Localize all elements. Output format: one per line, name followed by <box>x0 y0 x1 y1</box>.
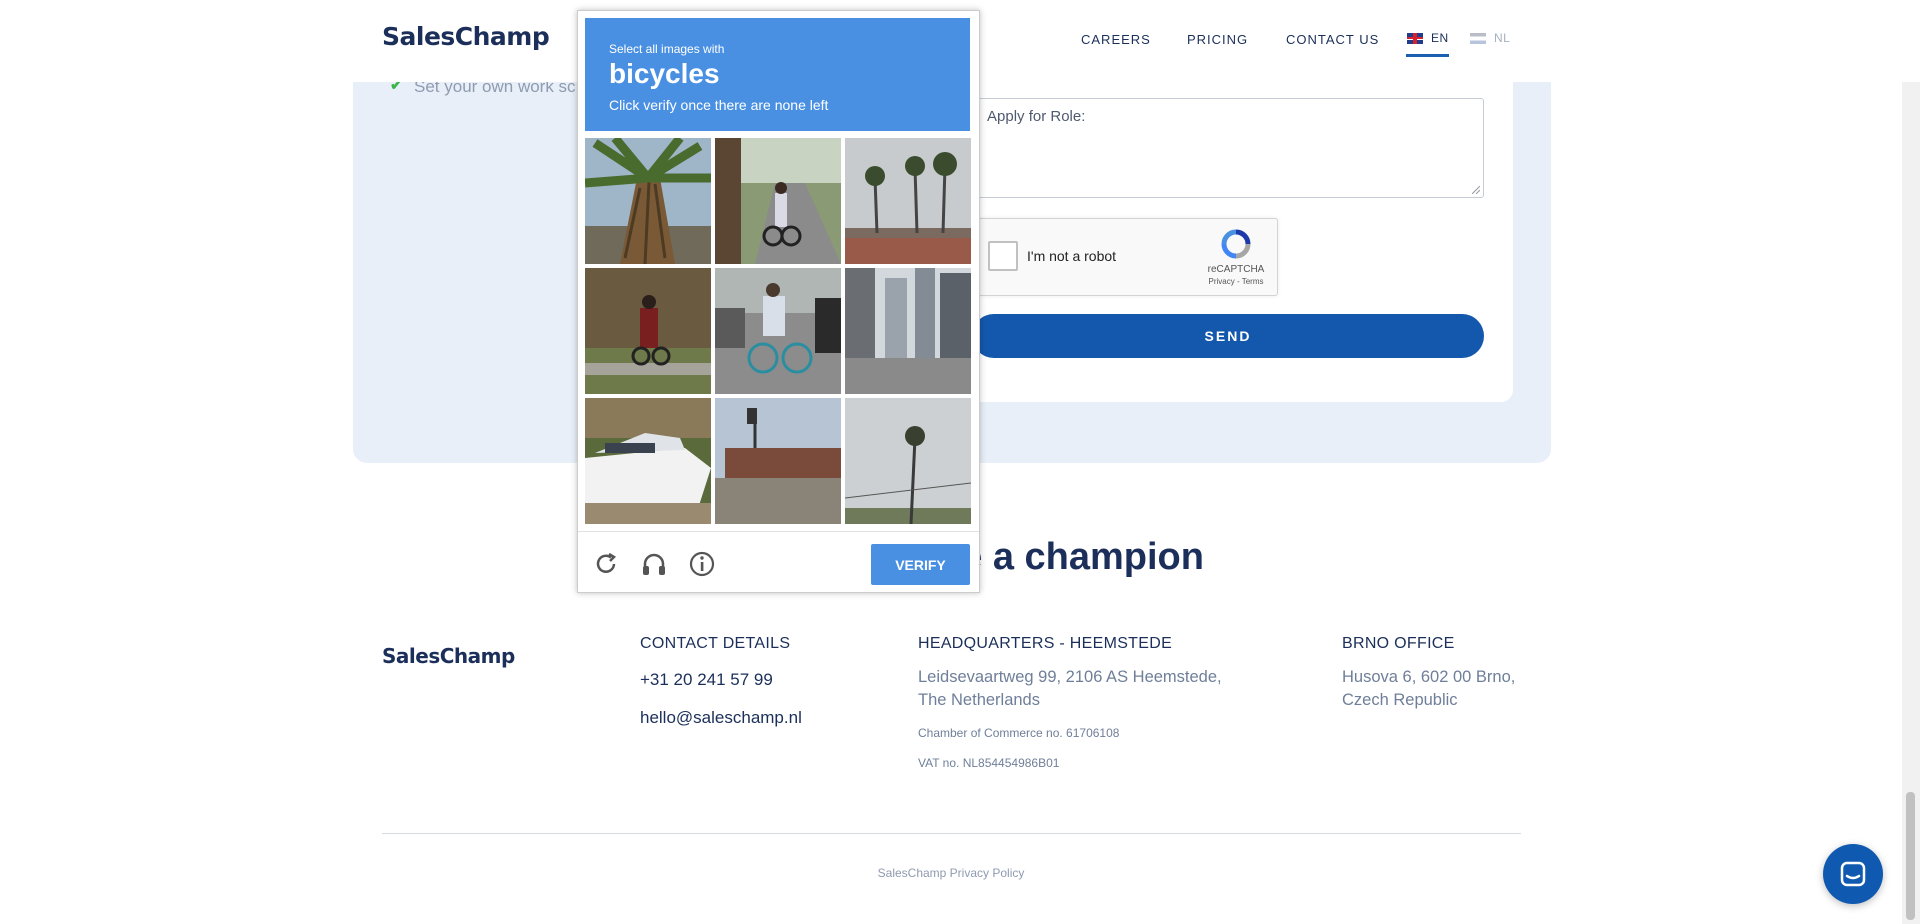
chat-icon <box>1840 861 1866 887</box>
apply-role-placeholder: Apply for Role: <box>987 108 1086 125</box>
hq-address-line2: The Netherlands <box>918 691 1040 709</box>
resize-handle-icon[interactable] <box>1472 186 1480 194</box>
recaptcha-logo-icon <box>1221 229 1251 259</box>
captcha-tile-boat[interactable] <box>585 398 711 524</box>
nav-contact-us[interactable]: CONTACT US <box>1286 32 1379 47</box>
contact-phone[interactable]: +31 20 241 57 99 <box>640 670 773 690</box>
active-language-indicator <box>1406 54 1449 57</box>
captcha-challenge-dialog: Select all images with bicycles Click ve… <box>577 10 980 593</box>
chamber-of-commerce: Chamber of Commerce no. 61706108 <box>918 726 1120 740</box>
captcha-tile-cyclist-road[interactable] <box>715 138 841 264</box>
hq-address-line1: Leidsevaartweg 99, 2106 AS Heemstede, <box>918 668 1222 686</box>
captcha-tile-street-bridge[interactable] <box>715 398 841 524</box>
saleschamp-logo[interactable]: SalesChamp <box>382 22 550 51</box>
language-en[interactable]: EN <box>1407 31 1449 45</box>
recaptcha-brand: reCAPTCHA <box>1207 264 1265 275</box>
recaptcha-privacy-terms[interactable]: Privacy - Terms <box>1204 277 1268 286</box>
captcha-tile-cyclist-sidewalk[interactable] <box>585 268 711 394</box>
captcha-tile-palm-tree[interactable] <box>585 138 711 264</box>
captcha-image-grid <box>585 138 971 524</box>
reload-icon[interactable] <box>592 550 620 578</box>
info-icon[interactable] <box>688 550 716 578</box>
contact-email[interactable]: hello@saleschamp.nl <box>640 708 802 728</box>
language-en-label: EN <box>1431 31 1449 45</box>
captcha-tile-cyclist-street[interactable] <box>715 268 841 394</box>
language-nl[interactable]: NL <box>1470 31 1510 45</box>
page-scrollbar[interactable] <box>1902 0 1920 924</box>
nl-flag-icon <box>1470 32 1486 44</box>
nav-pricing[interactable]: PRICING <box>1187 32 1248 47</box>
captcha-instruction: Click verify once there are none left <box>609 97 829 113</box>
captcha-select-text: Select all images with <box>609 42 725 56</box>
chat-launcher-button[interactable] <box>1823 844 1883 904</box>
captcha-header: Select all images with bicycles Click ve… <box>585 18 970 131</box>
vat-number: VAT no. NL854454986B01 <box>918 756 1060 770</box>
uk-flag-icon <box>1407 32 1423 44</box>
brno-heading: BRNO OFFICE <box>1342 635 1455 652</box>
captcha-tile-city-street[interactable] <box>845 268 971 394</box>
recaptcha-checkbox[interactable] <box>988 241 1018 271</box>
recaptcha-label: I'm not a robot <box>1027 248 1117 264</box>
privacy-policy-link[interactable]: SalesChamp Privacy Policy <box>0 866 1902 880</box>
nav-careers[interactable]: CAREERS <box>1081 32 1151 47</box>
footer-divider <box>382 833 1521 834</box>
captcha-tile-palm-trees-street[interactable] <box>845 138 971 264</box>
contact-details-heading: CONTACT DETAILS <box>640 635 791 652</box>
brno-address-line2: Czech Republic <box>1342 691 1458 709</box>
language-nl-label: NL <box>1494 31 1511 45</box>
captcha-footer: VERIFY <box>578 531 979 593</box>
brno-address-line1: Husova 6, 602 00 Brno, <box>1342 668 1516 686</box>
captcha-tile-palm-tree-sky[interactable] <box>845 398 971 524</box>
audio-icon[interactable] <box>640 550 668 578</box>
send-button[interactable]: SEND <box>972 314 1484 358</box>
footer-logo[interactable]: SalesChamp <box>382 644 515 668</box>
verify-button[interactable]: VERIFY <box>871 544 970 585</box>
scrollbar-thumb[interactable] <box>1906 792 1915 920</box>
hq-heading: HEADQUARTERS - HEEMSTEDE <box>918 635 1173 652</box>
captcha-target-object: bicycles <box>609 58 720 89</box>
